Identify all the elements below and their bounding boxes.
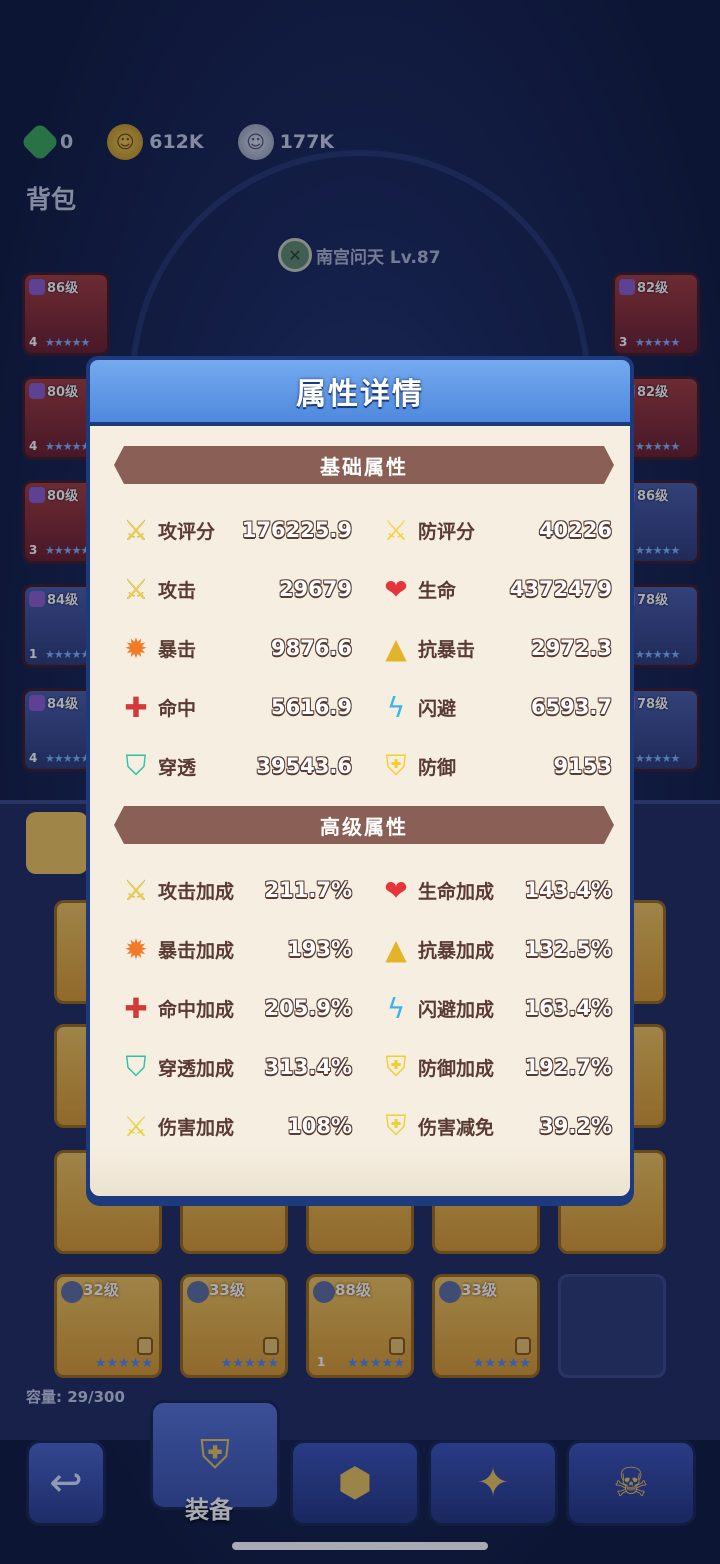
stat-value: 192.7% (524, 1055, 612, 1079)
stat-row: ❤ 生命加成 143.4% (374, 866, 612, 914)
stat-value: 29679 (278, 577, 352, 601)
dodge-bonus-icon: ϟ (386, 991, 406, 1025)
stat-value: 205.9% (264, 996, 352, 1020)
stat-value: 176225.9 (241, 518, 352, 542)
stat-name: 防评分 (418, 520, 476, 543)
advanced-attributes-title: 高级属性 (320, 814, 408, 839)
anti-crit-icon: ▲ (385, 631, 407, 665)
heart-icon: ❤ (384, 572, 408, 606)
stat-name: 抗暴击 (418, 638, 476, 661)
stat-row: ϟ 闪避加成 163.4% (374, 984, 612, 1032)
stat-name: 闪避加成 (418, 998, 495, 1021)
stat-name: 防御 (418, 756, 457, 779)
stat-row: ⛨ 伤害减免 39.2% (374, 1102, 612, 1150)
stat-name: 伤害加成 (158, 1116, 235, 1139)
stat-name: 暴击加成 (158, 939, 235, 962)
modal-header: 属性详情 (86, 356, 634, 426)
damage-bonus-icon: ⚔ (123, 1109, 149, 1143)
stat-row: ⛉ 穿透 39543.6 (114, 742, 352, 790)
shield-icon: ⛨ (385, 749, 407, 782)
stat-value: 2972.3 (530, 636, 612, 660)
stat-value: 132.5% (524, 937, 612, 961)
stat-row: ϟ 闪避 6593.7 (374, 683, 612, 731)
stat-value: 143.4% (524, 878, 612, 902)
stat-value: 40226 (538, 518, 612, 542)
defense-bonus-icon: ⛨ (385, 1050, 407, 1083)
stat-value: 9153 (553, 754, 612, 778)
stat-name: 抗暴加成 (418, 939, 495, 962)
dodge-icon: ϟ (386, 690, 406, 724)
stat-row: ⚔ 伤害加成 108% (114, 1102, 352, 1150)
attribute-details-modal: 属性详情 基础属性 ⚔ 攻评分 176225.9 ⚔ 防评分 40226 ⚔ 攻击 29679 ❤… (86, 356, 634, 1200)
modal-bottom-decoration (90, 1146, 630, 1196)
hit-bonus-icon: ✚ (124, 991, 148, 1025)
defense-score-icon: ⚔ (383, 513, 409, 547)
stat-row: ▲ 抗暴加成 132.5% (374, 925, 612, 973)
anti-crit-bonus-icon: ▲ (385, 932, 407, 966)
advanced-attributes-banner: 高级属性 (114, 806, 614, 844)
stat-row: ⚔ 攻击加成 211.7% (114, 866, 352, 914)
stat-row: ❤ 生命 4372479 (374, 565, 612, 613)
stat-value: 6593.7 (530, 695, 612, 719)
stat-row: ⚔ 攻评分 176225.9 (114, 506, 352, 554)
stat-name: 伤害减免 (418, 1116, 495, 1139)
stat-row: ⚔ 攻击 29679 (114, 565, 352, 613)
crit-bonus-icon: ✹ (124, 932, 148, 966)
basic-attributes-banner: 基础属性 (114, 446, 614, 484)
stat-row: ⛨ 防御加成 192.7% (374, 1043, 612, 1091)
stat-name: 攻评分 (158, 520, 216, 543)
stat-value: 108% (287, 1114, 352, 1138)
stat-value: 5616.9 (270, 695, 352, 719)
stat-name: 穿透 (158, 756, 197, 779)
stat-name: 生命加成 (418, 880, 495, 903)
stat-row: ⚔ 防评分 40226 (374, 506, 612, 554)
stat-value: 39543.6 (256, 754, 352, 778)
pierce-bonus-icon: ⛉ (125, 1050, 147, 1083)
stat-name: 攻击 (158, 579, 197, 602)
heart-bonus-icon: ❤ (384, 873, 408, 907)
stat-row: ✚ 命中 5616.9 (114, 683, 352, 731)
stat-value: 313.4% (264, 1055, 352, 1079)
stat-value: 39.2% (539, 1114, 612, 1138)
stat-name: 攻击加成 (158, 880, 235, 903)
stat-name: 防御加成 (418, 1057, 495, 1080)
stat-name: 生命 (418, 579, 457, 602)
stat-name: 穿透加成 (158, 1057, 235, 1080)
stat-value: 193% (287, 937, 352, 961)
basic-attributes-title: 基础属性 (320, 454, 408, 479)
crit-icon: ✹ (124, 631, 148, 665)
stat-row: ✚ 命中加成 205.9% (114, 984, 352, 1032)
stat-value: 9876.6 (270, 636, 352, 660)
stat-name: 闪避 (418, 697, 457, 720)
stat-row: ✹ 暴击加成 193% (114, 925, 352, 973)
stat-row: ⛨ 防御 9153 (374, 742, 612, 790)
attack-bonus-icon: ⚔ (123, 873, 149, 907)
stat-name: 暴击 (158, 638, 197, 661)
stat-value: 4372479 (509, 577, 612, 601)
stat-row: ▲ 抗暴击 2972.3 (374, 624, 612, 672)
attack-icon: ⚔ (123, 572, 149, 606)
hit-icon: ✚ (124, 690, 148, 724)
stat-row: ✹ 暴击 9876.6 (114, 624, 352, 672)
stat-value: 211.7% (264, 878, 352, 902)
stat-name: 命中加成 (158, 998, 235, 1021)
modal-title: 属性详情 (296, 377, 424, 412)
stat-name: 命中 (158, 697, 197, 720)
stat-value: 163.4% (524, 996, 612, 1020)
damage-reduction-icon: ⛨ (385, 1109, 407, 1142)
pierce-icon: ⛉ (125, 749, 147, 782)
attack-score-icon: ⚔ (123, 513, 149, 547)
stat-row: ⛉ 穿透加成 313.4% (114, 1043, 352, 1091)
